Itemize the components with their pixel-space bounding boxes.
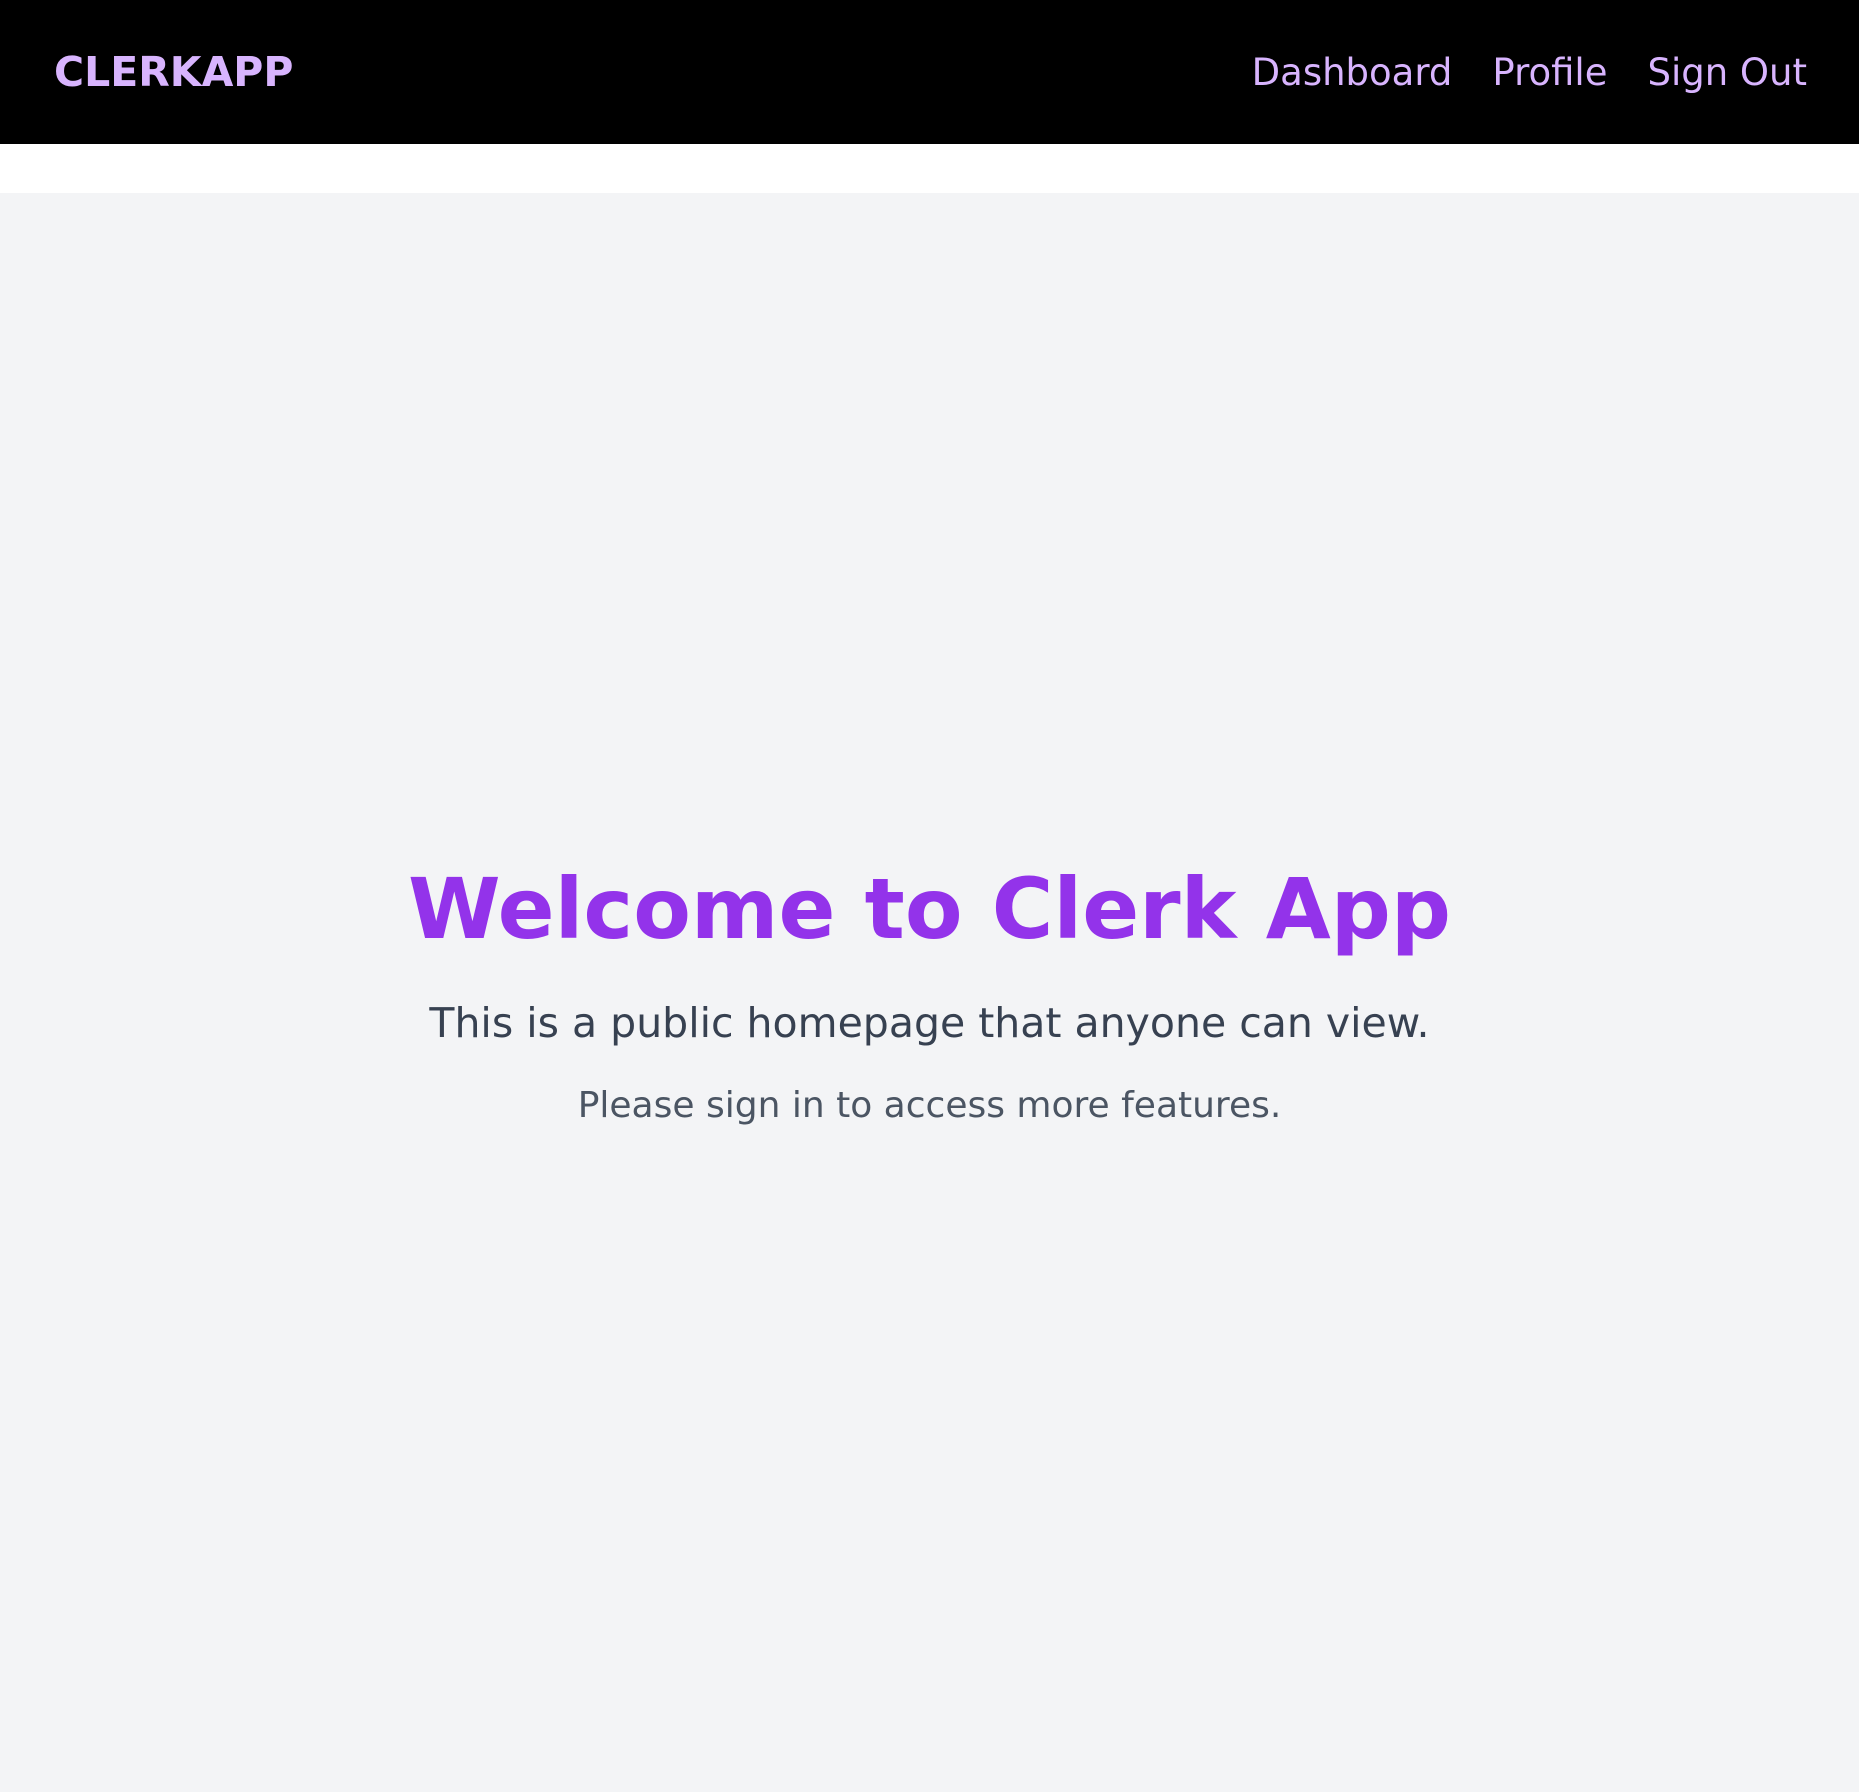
hero-title: Welcome to Clerk App (408, 859, 1451, 958)
nav-link-dashboard[interactable]: Dashboard (1252, 51, 1453, 94)
brand-logo-link[interactable]: CLERKAPP (54, 48, 293, 96)
navbar: CLERKAPP Dashboard Profile Sign Out (0, 0, 1859, 144)
main-content: Welcome to Clerk App This is a public ho… (0, 193, 1859, 1792)
hero-subtitle: This is a public homepage that anyone ca… (429, 999, 1430, 1048)
hero-note: Please sign in to access more features. (577, 1085, 1282, 1127)
nav-link-profile[interactable]: Profile (1492, 51, 1607, 94)
nav-links: Dashboard Profile Sign Out (1252, 51, 1807, 94)
header-spacer (0, 144, 1859, 193)
nav-link-sign-out[interactable]: Sign Out (1647, 51, 1807, 94)
